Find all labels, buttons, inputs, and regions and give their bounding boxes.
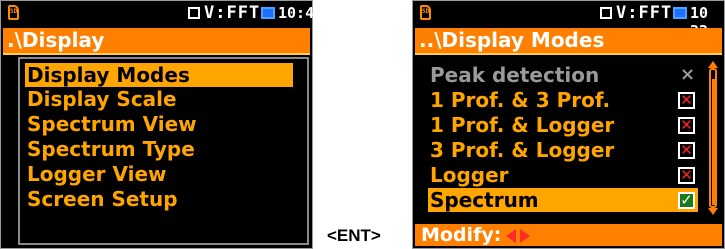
battery-icon	[261, 7, 275, 19]
cross-icon[interactable]: ✕	[678, 117, 695, 134]
menu-item-screen-setup[interactable]: Screen Setup	[25, 187, 178, 211]
mode-box-icon	[188, 7, 200, 19]
menu-item-display-scale[interactable]: Display Scale	[25, 87, 177, 111]
option-1prof-logger[interactable]: 1 Prof. & Logger	[428, 113, 614, 137]
option-1prof-3prof[interactable]: 1 Prof. & 3 Prof.	[428, 88, 610, 112]
status-bar: SD V:FFT 10:44	[1, 3, 323, 28]
mode-box-icon	[600, 7, 612, 19]
clock-text: 10:44	[278, 4, 324, 22]
status-bar: SD V:FFT 10 22	[413, 3, 724, 40]
sd-card-icon: SD	[8, 5, 19, 20]
modify-bar: Modify:	[415, 224, 722, 246]
option-logger[interactable]: Logger	[428, 163, 509, 187]
menu-item-display-modes[interactable]: Display Modes	[25, 63, 293, 87]
path-bar: .\Display	[3, 28, 310, 55]
option-3prof-logger[interactable]: 3 Prof. & Logger	[428, 138, 614, 162]
menu-item-spectrum-view[interactable]: Spectrum View	[25, 112, 197, 136]
menu-list: Display Modes Display Scale Spectrum Vie…	[18, 57, 309, 245]
cross-icon[interactable]: ✕	[678, 142, 695, 159]
path-bar: ..\Display Modes	[415, 28, 722, 55]
mode-text: V:FFT	[616, 3, 673, 23]
scrollbar[interactable]	[708, 61, 718, 215]
option-spectrum[interactable]: Spectrum	[428, 188, 698, 212]
battery-icon	[673, 7, 687, 19]
scroll-up-icon[interactable]	[708, 61, 718, 68]
menu-item-spectrum-type[interactable]: Spectrum Type	[25, 137, 195, 161]
cross-icon[interactable]: ✕	[678, 167, 695, 184]
menu-item-logger-view[interactable]: Logger View	[25, 162, 167, 186]
cross-icon: ×	[680, 64, 696, 85]
cross-icon[interactable]: ✕	[678, 92, 695, 109]
sd-card-icon: SD	[420, 5, 431, 20]
scroll-track[interactable]	[709, 68, 717, 208]
arrow-left-icon	[506, 228, 517, 243]
check-icon[interactable]: ✓	[678, 192, 695, 209]
ent-key-label: <ENT>	[327, 226, 381, 245]
scroll-down-icon[interactable]	[708, 208, 718, 215]
left-screen: SD V:FFT 10:44 .\Display Display Modes D…	[0, 0, 323, 249]
mode-text: V:FFT	[204, 3, 261, 23]
modify-label: Modify:	[421, 224, 502, 246]
scroll-thumb[interactable]	[712, 79, 716, 205]
arrow-right-icon	[520, 228, 531, 243]
right-screen: SD V:FFT 10 22 ..\Display Modes Peak det…	[412, 0, 725, 249]
option-peak-detection: Peak detection	[430, 63, 600, 87]
